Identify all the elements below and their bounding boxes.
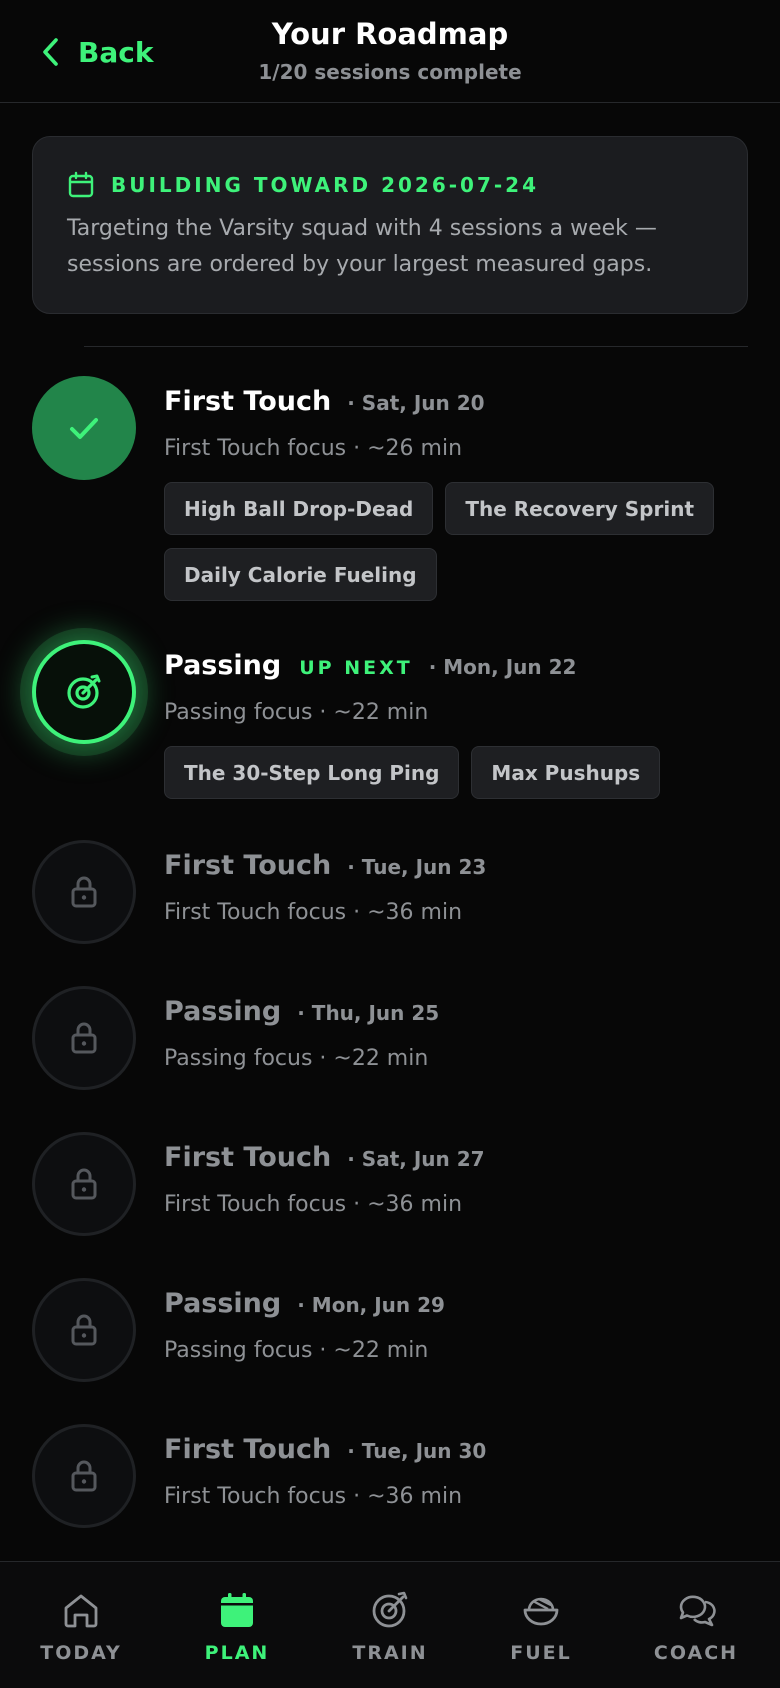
session-date: · Sat, Jun 20 xyxy=(347,391,485,415)
chat-bubbles-icon xyxy=(679,1595,716,1627)
session-date: · Mon, Jun 22 xyxy=(428,655,577,679)
nav-tab-today[interactable]: TODAY xyxy=(11,1590,151,1664)
session-item[interactable]: First Touch · Sat, Jun 27 First Touch fo… xyxy=(0,1132,780,1236)
session-title-row: First Touch · Tue, Jun 30 xyxy=(164,1434,486,1465)
session-title-row: First Touch · Tue, Jun 23 xyxy=(164,850,486,881)
session-name: Passing xyxy=(164,650,282,681)
session-status-locked xyxy=(32,1132,136,1236)
session-description: Passing focus · ~22 min xyxy=(164,1046,429,1071)
session-title-row: First Touch · Sat, Jun 20 xyxy=(164,386,485,417)
home-icon xyxy=(64,1594,98,1628)
goal-card-text: Targeting the Varsity squad with 4 sessi… xyxy=(67,216,657,277)
nav-label: TRAIN xyxy=(352,1642,428,1664)
session-item[interactable]: First Touch · Tue, Jun 30 First Touch fo… xyxy=(0,1424,780,1528)
roadmap-screen: Back Your Roadmap 1/20 sessions complete… xyxy=(0,0,780,1688)
target-icon xyxy=(372,1591,408,1628)
top-bar: Back Your Roadmap 1/20 sessions complete xyxy=(0,0,780,103)
drill-chip[interactable]: Daily Calorie Fueling xyxy=(164,548,437,601)
session-drills: High Ball Drop-Dead The Recovery Sprint … xyxy=(164,482,724,601)
divider xyxy=(84,346,748,347)
session-title-row: Passing UP NEXT · Mon, Jun 22 xyxy=(164,650,576,681)
page-title: Your Roadmap xyxy=(271,17,509,51)
session-item[interactable]: First Touch · Sat, Jun 20 First Touch fo… xyxy=(0,376,780,602)
session-status-completed xyxy=(32,376,136,480)
session-status-locked xyxy=(32,840,136,944)
calendar-icon xyxy=(68,171,94,198)
lock-icon xyxy=(71,1168,97,1200)
check-icon xyxy=(70,418,98,439)
session-name: First Touch xyxy=(164,386,332,417)
bottom-nav: TODAY PLAN TRAIN FUEL COACH xyxy=(0,1561,780,1688)
drill-chip[interactable]: High Ball Drop-Dead xyxy=(164,482,434,535)
drill-chip[interactable]: The Recovery Sprint xyxy=(445,482,714,535)
nav-label: PLAN xyxy=(204,1642,270,1664)
nav-tab-fuel[interactable]: FUEL xyxy=(471,1590,611,1664)
session-name: First Touch xyxy=(164,1142,332,1173)
nav-label: FUEL xyxy=(510,1642,572,1664)
goal-card-title: BUILDING TOWARD 2026-07-24 xyxy=(111,173,540,197)
drill-chip[interactable]: Max Pushups xyxy=(471,746,661,799)
session-item[interactable]: Passing UP NEXT · Mon, Jun 22 Passing fo… xyxy=(0,640,780,800)
session-date: · Tue, Jun 30 xyxy=(347,1439,487,1463)
progress-summary: 1/20 sessions complete xyxy=(258,60,522,84)
lock-icon xyxy=(71,1314,97,1346)
nav-tab-plan[interactable]: PLAN xyxy=(167,1590,307,1664)
session-description: First Touch focus · ~36 min xyxy=(164,1484,463,1509)
drill-chip[interactable]: The 30-Step Long Ping xyxy=(164,746,460,799)
session-status-locked xyxy=(32,1278,136,1382)
session-name: First Touch xyxy=(164,1434,332,1465)
goal-card-header: BUILDING TOWARD 2026-07-24 xyxy=(67,171,539,199)
nav-label: TODAY xyxy=(40,1642,122,1664)
nav-tab-coach[interactable]: COACH xyxy=(626,1590,766,1664)
session-name: Passing xyxy=(164,1288,282,1319)
target-icon xyxy=(67,674,101,709)
session-item[interactable]: Passing · Mon, Jun 29 Passing focus · ~2… xyxy=(0,1278,780,1382)
nav-label: COACH xyxy=(653,1642,739,1664)
session-description: First Touch focus · ~36 min xyxy=(164,1192,463,1217)
session-description: Passing focus · ~22 min xyxy=(164,1338,429,1363)
session-description: Passing focus · ~22 min xyxy=(164,700,429,725)
up-next-badge: UP NEXT xyxy=(299,657,413,679)
session-date: · Mon, Jun 29 xyxy=(297,1293,445,1317)
session-status-locked xyxy=(32,986,136,1090)
food-bowl-icon xyxy=(523,1597,559,1626)
session-status-up-next xyxy=(32,640,136,744)
lock-icon xyxy=(71,876,97,908)
session-title-row: Passing · Mon, Jun 29 xyxy=(164,1288,445,1319)
session-item[interactable]: Passing · Thu, Jun 25 Passing focus · ~2… xyxy=(0,986,780,1090)
lock-icon xyxy=(71,1022,97,1054)
session-date: · Thu, Jun 25 xyxy=(297,1001,440,1025)
session-date: · Tue, Jun 23 xyxy=(347,855,487,879)
session-date: · Sat, Jun 27 xyxy=(347,1147,485,1171)
session-item[interactable]: First Touch · Tue, Jun 23 First Touch fo… xyxy=(0,840,780,944)
session-name: Passing xyxy=(164,996,282,1027)
session-drills: The 30-Step Long Ping Max Pushups xyxy=(164,746,724,799)
goal-card: BUILDING TOWARD 2026-07-24 Targeting the… xyxy=(32,136,748,314)
session-description: First Touch focus · ~26 min xyxy=(164,436,463,461)
lock-icon xyxy=(71,1460,97,1492)
session-status-locked xyxy=(32,1424,136,1528)
calendar-icon xyxy=(221,1593,253,1627)
session-title-row: First Touch · Sat, Jun 27 xyxy=(164,1142,485,1173)
session-description: First Touch focus · ~36 min xyxy=(164,900,463,925)
nav-tab-train[interactable]: TRAIN xyxy=(320,1590,460,1664)
session-name: First Touch xyxy=(164,850,332,881)
session-title-row: Passing · Thu, Jun 25 xyxy=(164,996,439,1027)
